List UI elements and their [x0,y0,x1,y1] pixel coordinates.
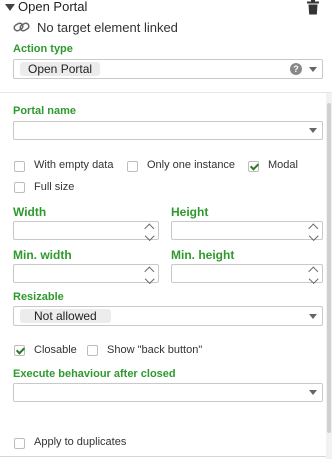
height-label: Height [171,205,209,219]
resizable-label: Resizable [13,291,64,303]
scrollbar[interactable] [326,93,332,459]
apply-duplicates-checkbox[interactable] [14,438,25,449]
with-empty-data-label: With empty data [34,159,114,171]
resizable-select[interactable]: Not allowed [13,306,323,326]
link-icon [13,21,31,33]
target-status-text: No target element linked [37,20,178,35]
show-back-button-checkbox[interactable] [87,345,98,356]
modal-label: Modal [268,159,298,171]
action-type-label: Action type [13,43,73,55]
execute-after-select[interactable] [13,383,323,402]
with-empty-data-checkbox[interactable] [14,161,25,172]
execute-after-label: Execute behaviour after closed [13,368,176,380]
question-icon[interactable]: ? [290,63,302,75]
action-type-select[interactable]: Open Portal ? [13,59,323,79]
modal-checkbox[interactable] [248,161,259,172]
closable-checkbox[interactable] [14,345,25,356]
stepper-icon[interactable] [142,223,156,241]
divider [0,456,332,457]
chevron-down-icon[interactable] [304,122,322,139]
stepper-icon[interactable] [142,266,156,284]
chevron-down-icon[interactable] [304,384,322,401]
panel-header: Open Portal [0,0,332,16]
portal-name-label: Portal name [13,105,76,117]
full-size-label: Full size [34,181,75,193]
stepper-icon[interactable] [306,223,320,241]
height-input[interactable] [171,221,323,241]
min-height-label: Min. height [171,248,235,262]
portal-name-select[interactable] [13,121,323,140]
resizable-value: Not allowed [20,309,111,323]
trash-icon[interactable] [306,0,320,15]
show-back-button-label: Show "back button" [107,344,203,356]
action-type-value: Open Portal [20,62,101,76]
apply-duplicates-label: Apply to duplicates [34,436,127,448]
closable-label: Closable [34,344,77,356]
min-width-input[interactable] [13,264,159,284]
width-label: Width [13,205,47,219]
chevron-down-icon[interactable] [304,307,322,325]
stepper-icon[interactable] [306,266,320,284]
min-width-label: Min. width [13,248,72,262]
min-height-input[interactable] [171,264,323,284]
divider [0,92,332,93]
scrollbar-thumb[interactable] [327,103,331,433]
full-size-checkbox[interactable] [14,182,25,193]
caret-down-icon[interactable] [5,4,15,11]
only-one-instance-label: Only one instance [147,159,236,171]
chevron-down-icon[interactable] [304,60,322,78]
panel-title: Open Portal [18,0,88,14]
width-input[interactable] [13,221,159,241]
only-one-instance-checkbox[interactable] [127,161,138,172]
